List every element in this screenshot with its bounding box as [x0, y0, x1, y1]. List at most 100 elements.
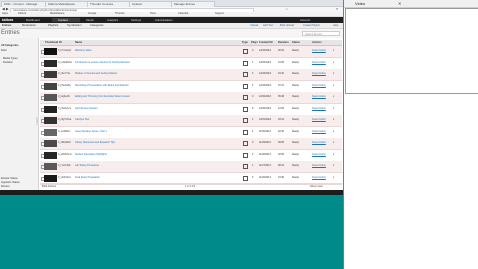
chevron-down-icon[interactable]: ▾ [333, 118, 334, 121]
table-row[interactable]: 0_n8u6y1ck Quiz Review Session 5 12/02/2013… [40, 104, 342, 116]
bulk-actions-button[interactable]: Bulk Actions [42, 184, 56, 189]
table-row[interactable]: 0_j4q0e2lb Editing and Trimming Your Reco… [40, 92, 342, 104]
entry-name-link[interactable]: Student Orientation Highlights [75, 153, 107, 156]
thumbnail-image[interactable] [44, 151, 57, 159]
thumbnail-image[interactable] [44, 117, 57, 124]
chevron-down-icon[interactable]: ▾ [333, 130, 334, 133]
sidebar-item-ingestion-status[interactable]: Ingestion Status [1, 181, 20, 184]
subnav-playlists[interactable]: Playlists [48, 23, 58, 28]
sidebar-item-all-categories[interactable]: All Categories [1, 44, 18, 47]
close-icon[interactable]: ✕ [398, 0, 401, 7]
pagination[interactable]: 1 2 3 4 5 [185, 184, 195, 189]
thumbnail-image[interactable] [44, 140, 57, 147]
bookmark[interactable]: Kaltura [18, 12, 26, 16]
select-action-link[interactable]: Select Action [312, 141, 326, 144]
chevron-down-icon[interactable]: ▾ [333, 49, 334, 52]
thumbnail-image[interactable] [44, 48, 57, 55]
bulk-upload-button[interactable]: Bulk Upload [280, 23, 294, 28]
chevron-down-icon[interactable]: ▾ [333, 141, 334, 144]
table-row[interactable]: 0_c9v1r7ze Module 1 Overview and Getting … [40, 69, 342, 81]
chevron-down-icon[interactable]: ▾ [333, 164, 334, 167]
subnav-syndication[interactable]: Syndication [67, 23, 81, 28]
entry-name-link[interactable]: Campus Tour [75, 118, 89, 121]
thumbnail-image[interactable] [44, 59, 57, 67]
select-action-link[interactable]: Select Action [312, 95, 326, 98]
thumbnail-image[interactable] [44, 174, 57, 182]
table-row[interactable]: 0_w1d9f4rs Guest Speaker Series - Part 1 4… [40, 127, 342, 139]
entry-name-link[interactable]: Guest Speaker Series - Part 1 [75, 130, 107, 133]
sidebar-item-flavors[interactable]: Flavors [1, 185, 10, 188]
select-action-link[interactable]: Select Action [312, 153, 326, 156]
rows-per-page-select[interactable]: Show rows [310, 184, 323, 189]
column-header-type[interactable]: Type [242, 40, 248, 45]
column-header-status[interactable]: Status [292, 40, 300, 45]
entry-name-link[interactable]: Welcome Video [75, 49, 92, 52]
select-action-link[interactable]: Select Action [312, 107, 326, 110]
select-action-link[interactable]: Select Action [312, 49, 326, 52]
chevron-down-icon[interactable]: ▾ [333, 84, 334, 87]
add-text-button[interactable]: Add Text [263, 23, 273, 28]
entry-name-link[interactable]: Editing and Trimming Your Recorded Video… [75, 95, 130, 98]
select-action-link[interactable]: Select Action [312, 118, 326, 121]
table-row[interactable]: 0_m2kd8s0a Introduction to Lecture Captur… [40, 58, 342, 70]
column-header-id[interactable]: ID [59, 40, 62, 45]
chevron-down-icon[interactable]: ▾ [333, 72, 334, 75]
subnav-moderation[interactable]: Moderation [22, 23, 36, 28]
column-header-name[interactable]: Name [75, 40, 82, 45]
select-action-link[interactable]: Select Action [312, 84, 326, 87]
subnav-categories[interactable]: Categories [90, 23, 104, 28]
column-header-actions[interactable]: Actions [312, 40, 322, 45]
entry-name-link[interactable]: Final Exam Preparation [75, 176, 100, 179]
thumbnail-image[interactable] [44, 128, 57, 136]
chevron-down-icon[interactable]: ▾ [333, 95, 334, 98]
upload-button[interactable]: Upload [250, 23, 258, 28]
thumbnail-image[interactable] [44, 82, 57, 90]
select-action-link[interactable]: Select Action [312, 72, 326, 75]
video-player-area[interactable] [345, 8, 478, 94]
select-action-link[interactable]: Select Action [312, 61, 326, 64]
sidebar-item-media-types[interactable]: Media Types [3, 57, 18, 60]
select-action-link[interactable]: Select Action [312, 130, 326, 133]
entry-name-link[interactable]: Module 1 Overview and Getting Started [75, 72, 117, 75]
bookmark[interactable]: Docs [150, 12, 156, 16]
column-header-thumbnail[interactable]: Thumbnail [45, 40, 58, 45]
select-action-link[interactable]: Select Action [312, 176, 326, 179]
chevron-down-icon[interactable]: ▾ [333, 176, 334, 179]
entry-name-link[interactable]: Lab Safety Procedures [75, 164, 99, 167]
subnav-entries[interactable]: Entries [2, 23, 11, 28]
bookmark[interactable]: Support [215, 12, 224, 16]
bookmark[interactable]: Calendar [178, 12, 189, 16]
chevron-down-icon[interactable]: ▾ [333, 61, 334, 64]
collapse-sidebar-icon[interactable]: ‹ [36, 117, 39, 125]
bookmark[interactable]: Apps [2, 12, 8, 16]
chevron-down-icon[interactable]: ▾ [333, 153, 334, 156]
bookmark[interactable]: MediaSpace [50, 12, 64, 16]
thumbnail-image[interactable] [44, 105, 57, 113]
sidebar-item-entries-status[interactable]: Entries' Status [1, 177, 18, 180]
select-action-link[interactable]: Select Action [312, 164, 326, 167]
chevron-down-icon[interactable]: ▾ [333, 107, 334, 110]
table-row[interactable]: 0_q0b5s3nm Student Orientation Highlights… [40, 150, 342, 162]
column-header-plays[interactable]: Plays [251, 40, 258, 45]
entry-name-link[interactable]: Quiz Review Session [75, 107, 98, 110]
entry-name-link[interactable]: Library Resources and Research Tips [75, 141, 115, 144]
thumbnail-image[interactable] [44, 163, 57, 170]
table-row[interactable]: 0_h5p3w8ty Recording a Presentation with … [40, 81, 342, 93]
bookmark[interactable]: Thunder [115, 12, 125, 16]
thumbnail-image[interactable] [44, 71, 57, 78]
thumbnail-image[interactable] [44, 94, 57, 101]
help-link[interactable]: Help [333, 23, 338, 28]
column-header-created[interactable]: Created On [259, 40, 273, 45]
create-playlist-button[interactable]: Create Playlist [303, 23, 320, 28]
sidebar-item-duration[interactable]: Duration [3, 61, 13, 64]
entry-name-link[interactable]: Introduction to Lecture Capture for Facu… [75, 61, 130, 64]
table-row[interactable]: 0_t3g7m5xa Campus Tour 1 12/01/2013 03:14 Rea… [40, 115, 342, 127]
entry-name-link[interactable]: Recording a Presentation with Slides and… [75, 84, 129, 87]
sidebar-item-filter[interactable]: Filter [1, 49, 7, 52]
search-input[interactable]: Search Entries [302, 31, 340, 36]
bookmark[interactable]: Google [88, 12, 96, 16]
column-header-duration[interactable]: Duration [278, 40, 289, 45]
table-row[interactable]: 0_r7e1h6pk Lab Safety Procedures 1 11/27/20… [40, 161, 342, 173]
table-row[interactable]: 0_b7x4n2q1 Welcome Video 0 12/04/2013 00:32 R… [40, 46, 342, 58]
table-row[interactable]: 0_z6k2a8vh Library Resources and Research… [40, 138, 342, 150]
